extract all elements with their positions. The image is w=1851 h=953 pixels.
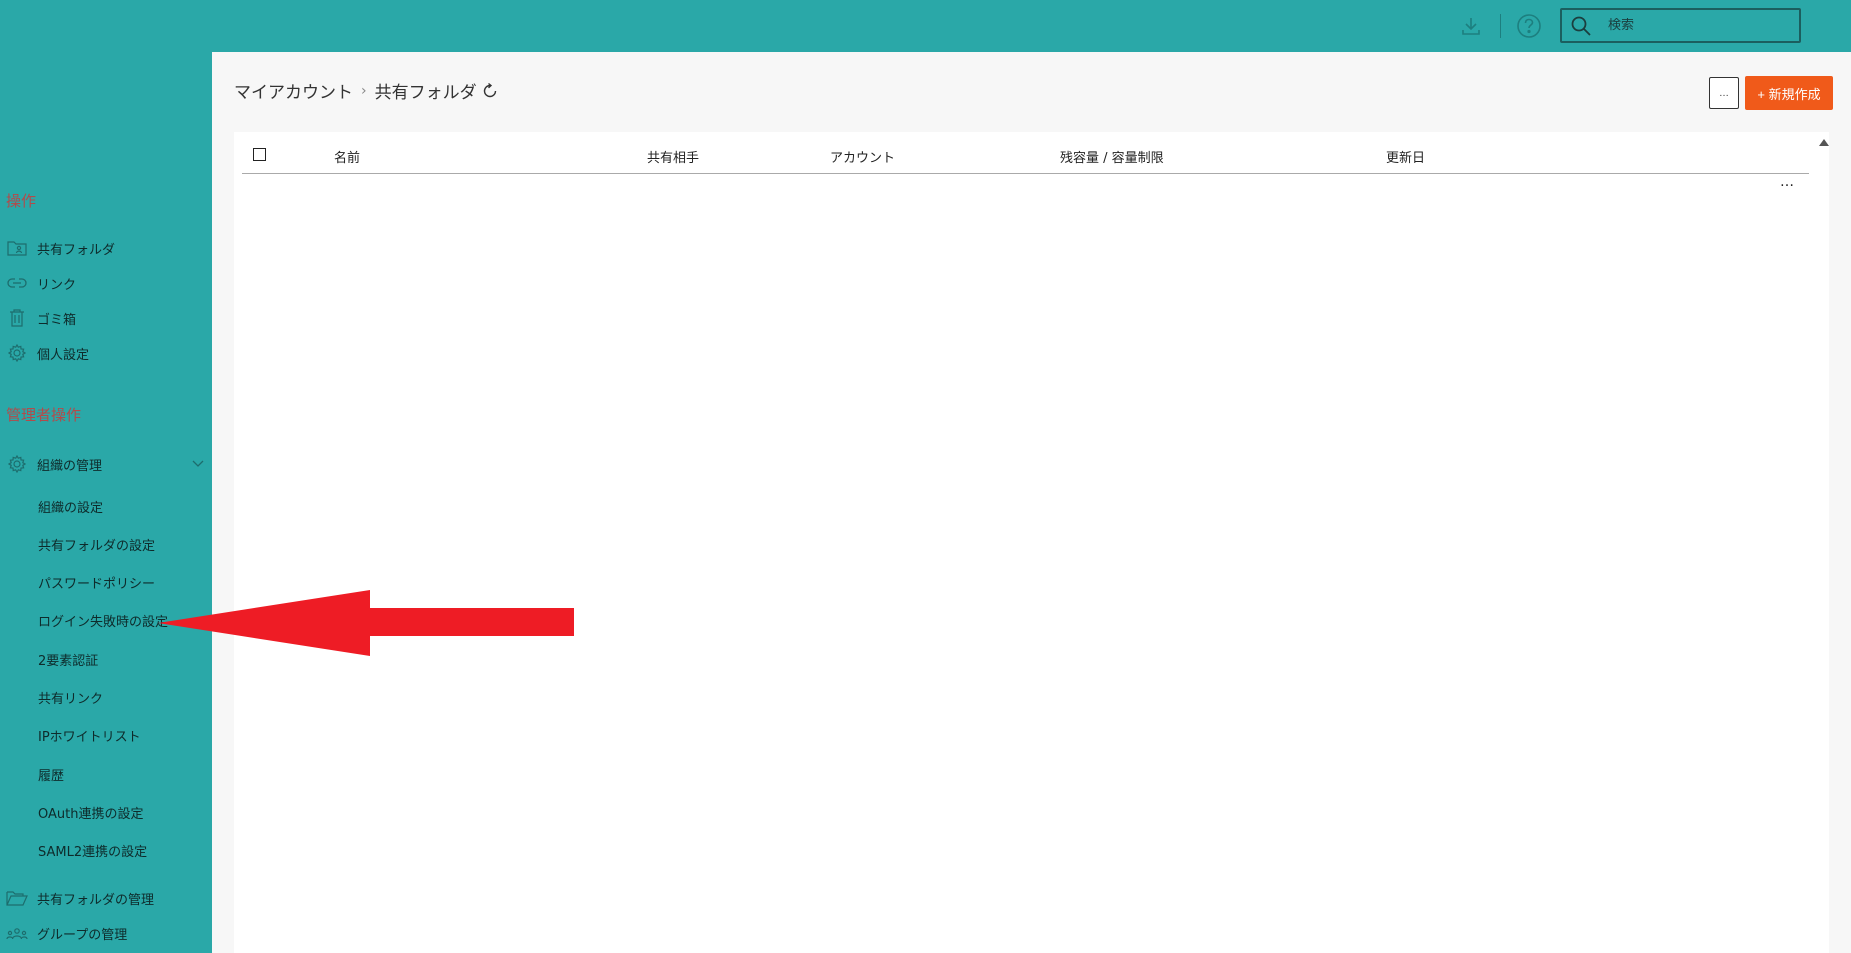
- sidebar-subitem-password-policy[interactable]: パスワードポリシー: [38, 575, 155, 595]
- trash-icon: [6, 308, 28, 328]
- sidebar-item-label: 組織の管理: [37, 458, 103, 474]
- column-header-account[interactable]: アカウント: [830, 147, 895, 166]
- search-box[interactable]: [1560, 8, 1801, 43]
- sidebar: 操作 共有フォルダ リンク ゴミ箱 個人設定 管理者操作 組織の管理 組織の設定…: [0, 52, 212, 953]
- main-content: マイアカウント › 共有フォルダ … + 新規作成 名前 共有相手 アカウント …: [212, 52, 1851, 953]
- column-header-shared-with[interactable]: 共有相手: [647, 147, 699, 166]
- link-icon: [6, 273, 28, 293]
- column-header-name[interactable]: 名前: [334, 147, 360, 166]
- shared-folder-table: 名前 共有相手 アカウント 残容量 / 容量制限 更新日 …: [234, 132, 1829, 953]
- sidebar-item-link[interactable]: リンク: [6, 271, 76, 295]
- sidebar-subitem-ip-whitelist[interactable]: IPホワイトリスト: [38, 728, 141, 748]
- sidebar-item-personal-settings[interactable]: 個人設定: [6, 341, 89, 365]
- column-header-capacity[interactable]: 残容量 / 容量制限: [1060, 147, 1164, 166]
- search-input[interactable]: [1608, 18, 1788, 33]
- folder-open-icon: [6, 888, 28, 908]
- help-icon[interactable]: [1515, 12, 1543, 40]
- refresh-icon[interactable]: [481, 82, 499, 100]
- select-all-checkbox[interactable]: [253, 148, 266, 161]
- search-icon[interactable]: [1566, 11, 1596, 41]
- sidebar-item-label: 個人設定: [37, 347, 90, 363]
- breadcrumb: マイアカウント › 共有フォルダ: [234, 78, 499, 103]
- chevron-down-icon[interactable]: [190, 456, 206, 472]
- sidebar-item-label: グループの管理: [37, 927, 128, 943]
- shared-folder-icon: [6, 238, 28, 258]
- more-options-button[interactable]: …: [1709, 77, 1739, 109]
- section-header-operations: 操作: [6, 192, 37, 210]
- sidebar-subitem-two-factor-auth[interactable]: 2要素認証: [38, 652, 98, 672]
- sidebar-item-trash[interactable]: ゴミ箱: [6, 306, 76, 330]
- sidebar-item-label: 共有フォルダの管理: [37, 892, 155, 908]
- sidebar-subitem-history[interactable]: 履歴: [38, 767, 64, 787]
- row-more-options-icon[interactable]: …: [1780, 174, 1794, 190]
- breadcrumb-separator-icon: ›: [361, 82, 367, 99]
- sidebar-subitem-shared-folder-settings[interactable]: 共有フォルダの設定: [38, 537, 155, 557]
- scroll-up-icon[interactable]: [1819, 139, 1829, 146]
- sidebar-subitem-saml2-settings[interactable]: SAML2連携の設定: [38, 843, 147, 863]
- breadcrumb-root[interactable]: マイアカウント: [234, 78, 353, 103]
- download-icon[interactable]: [1457, 12, 1485, 40]
- create-new-button[interactable]: + 新規作成: [1745, 76, 1833, 110]
- top-bar: [0, 0, 1851, 52]
- gear-icon: [6, 454, 28, 474]
- gear-icon: [6, 343, 28, 363]
- annotation-arrow-icon: [158, 590, 574, 656]
- sidebar-item-group-management[interactable]: グループの管理: [6, 921, 127, 945]
- sidebar-item-org-management[interactable]: 組織の管理: [6, 452, 102, 476]
- toolbar-divider: [1500, 14, 1501, 38]
- table-header: 名前 共有相手 アカウント 残容量 / 容量制限 更新日: [242, 132, 1809, 174]
- sidebar-item-label: リンク: [37, 277, 77, 293]
- sidebar-item-label: ゴミ箱: [37, 312, 77, 328]
- sidebar-subitem-shared-link[interactable]: 共有リンク: [38, 690, 103, 710]
- sidebar-item-shared-folder-management[interactable]: 共有フォルダの管理: [6, 886, 154, 910]
- sidebar-item-shared-folder[interactable]: 共有フォルダ: [6, 236, 115, 260]
- sidebar-subitem-org-settings[interactable]: 組織の設定: [38, 499, 103, 519]
- sidebar-item-label: 共有フォルダ: [37, 242, 116, 258]
- column-header-updated[interactable]: 更新日: [1386, 147, 1425, 166]
- sidebar-subitem-oauth-settings[interactable]: OAuth連携の設定: [38, 805, 143, 825]
- breadcrumb-current: 共有フォルダ: [374, 83, 477, 103]
- sidebar-subitem-login-failure-settings[interactable]: ログイン失敗時の設定: [38, 613, 168, 633]
- section-header-admin: 管理者操作: [6, 406, 82, 424]
- group-icon: [6, 923, 28, 943]
